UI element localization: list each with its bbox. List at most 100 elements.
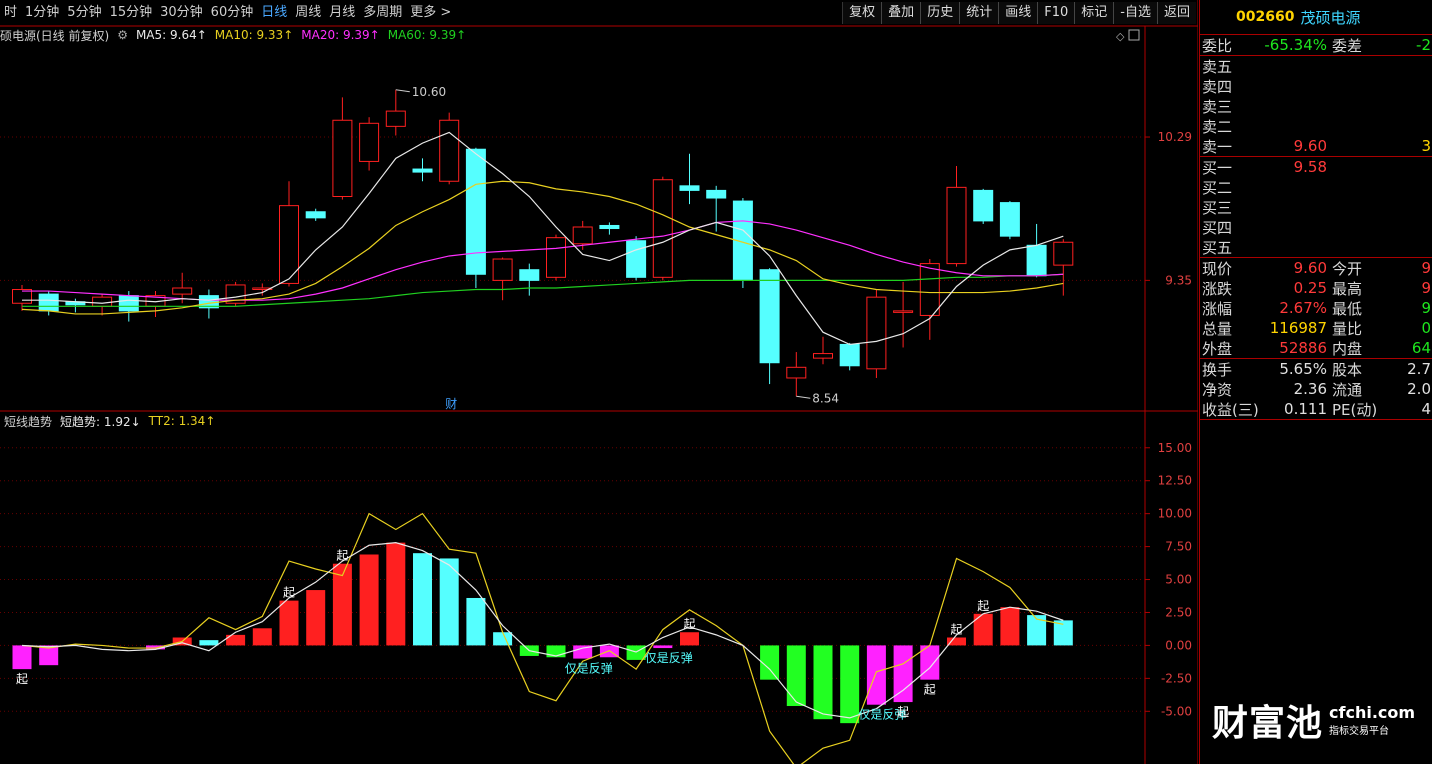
row-value: 5.65%	[1279, 360, 1327, 378]
row-label: 外盘	[1202, 339, 1233, 358]
row-label: 买三	[1202, 198, 1233, 217]
candle-body	[305, 211, 326, 219]
signal-label: 起	[897, 705, 909, 719]
candle-body	[92, 296, 113, 307]
row-label: 收益(三)	[1202, 400, 1259, 419]
candle-body	[1053, 241, 1074, 266]
row-label: 涨跌	[1202, 279, 1233, 298]
row-value2: 4	[1421, 400, 1431, 418]
indicator-tick-label: 15.00	[1158, 441, 1192, 455]
window-toggle-icon	[1128, 29, 1140, 41]
row-value: 2.67%	[1279, 299, 1327, 317]
stock-name[interactable]: 茂硕电源	[1300, 7, 1360, 28]
row-label: 换手	[1202, 360, 1233, 379]
panel-row: 卖三	[1200, 96, 1432, 116]
signal-label: 起	[336, 549, 348, 563]
candle-body	[118, 295, 139, 312]
low-pointer	[796, 395, 811, 399]
price-tick-label: 10.29	[1158, 130, 1192, 144]
row-value2: 0	[1421, 319, 1431, 337]
panel-row: 涨幅 2.67% 最低 9	[1200, 298, 1432, 318]
fundamental-stats: 换手 5.65% 股本 2.7 净资 2.36 流通 2.0 收益(三) 0.111 PE(动) 4	[1200, 359, 1432, 420]
indicator-name: 短线趋势	[4, 414, 53, 429]
panel-row: 买三	[1200, 197, 1432, 217]
indicator-bar	[813, 645, 833, 720]
panel-row: 卖四	[1200, 76, 1432, 96]
row-label: 买一	[1202, 158, 1233, 177]
candle-body	[1026, 244, 1047, 277]
indicator-tick-label: 0.00	[1165, 638, 1192, 652]
chart-area[interactable]: 10.29 9.35 ◇ 10.60 8.54 财 15.00 12.50 10.00 7.50 5…	[0, 0, 1198, 764]
candle-body	[893, 310, 914, 313]
settings-gear-icon[interactable]: ⚙	[117, 28, 128, 42]
indicator-bar	[413, 553, 432, 646]
row-value2: 2.0	[1407, 380, 1431, 398]
stock-header: 002660 茂硕电源	[1200, 0, 1432, 35]
panel-row: 买一 9.58	[1200, 157, 1432, 177]
indicator-bar	[199, 640, 219, 646]
row-value2: 9	[1421, 259, 1431, 277]
indicator-bar	[1000, 607, 1020, 646]
signal-label: 起	[924, 683, 936, 697]
row-label2: 内盘	[1332, 339, 1363, 358]
quote-stats: 现价 9.60 今开 9 涨跌 0.25 最高 9 涨幅 2.67% 最低 9 总量 116987 量比 0 外…	[1200, 258, 1432, 359]
indicator-bar	[786, 645, 806, 707]
indicator-tt2: TT2: 1.34↑	[148, 414, 216, 428]
candle-body	[919, 263, 940, 316]
row-value: 116987	[1269, 319, 1327, 337]
candle-body	[546, 237, 566, 278]
indicator-bar	[279, 600, 299, 646]
low-price-label: 8.54	[812, 391, 839, 405]
candle-body	[786, 366, 807, 379]
row-value: 9.58	[1293, 158, 1327, 176]
watermark-main: 财富池	[1212, 703, 1324, 744]
candle-body	[866, 296, 887, 370]
legend-title: 硕电源(日线 前复权)	[0, 28, 110, 43]
row-label: 涨幅	[1202, 299, 1233, 318]
row-value: 0.25	[1293, 279, 1327, 297]
candle-body	[973, 189, 994, 222]
row-label: 卖一	[1202, 137, 1233, 156]
row-label: 卖三	[1202, 97, 1233, 116]
indicator-bar	[252, 628, 272, 646]
row-label: 卖四	[1202, 77, 1233, 96]
indicator-tick-label: 2.50	[1165, 605, 1192, 619]
indicator-bar	[386, 542, 406, 646]
panel-row: 卖五	[1200, 56, 1432, 76]
panel-row: 买五	[1200, 237, 1432, 258]
row-label: 卖二	[1202, 117, 1233, 136]
sell-book: 卖五 卖四 卖三 卖二 卖一 9.60 3	[1200, 56, 1432, 157]
panel-row: 总量 116987 量比 0	[1200, 318, 1432, 338]
indicator-bar	[12, 645, 32, 670]
row-label: 卖五	[1202, 57, 1233, 76]
stock-code: 002660	[1236, 9, 1295, 25]
row-label: 买五	[1202, 238, 1233, 257]
candle-body	[759, 269, 780, 364]
weicha-value: -2	[1416, 36, 1431, 54]
row-value2: 9	[1421, 279, 1431, 297]
watermark-sub: 指标交易平台	[1329, 726, 1390, 737]
candle-body	[492, 258, 513, 281]
row-label: 买二	[1202, 178, 1233, 197]
panel-row: 外盘 52886 内盘 64	[1200, 338, 1432, 359]
row-value2: 64	[1411, 339, 1431, 357]
indicator-bar	[653, 645, 673, 649]
row-label2: 股本	[1332, 360, 1363, 379]
candle-body	[839, 343, 860, 367]
indicator-tick-label: 10.00	[1158, 507, 1192, 521]
row-value: 9.60	[1293, 137, 1327, 155]
signal-label: 起	[950, 623, 962, 637]
signal-label: 起	[283, 586, 295, 600]
weicha-label: 委差	[1332, 36, 1363, 55]
row-value2: 3	[1421, 137, 1431, 155]
panel-row: 现价 9.60 今开 9	[1200, 258, 1432, 278]
row-label2: 量比	[1332, 319, 1363, 338]
indicator-tick-label: 12.50	[1158, 474, 1192, 488]
candle-body	[172, 287, 193, 295]
indicator-tick-label: 7.50	[1165, 540, 1192, 554]
legend-ma10: MA10: 9.33↑	[214, 28, 294, 42]
indicator-bar	[493, 632, 513, 646]
panel-row: 卖二	[1200, 116, 1432, 136]
watermark-logo: 财富池 cfchi.com 指标交易平台	[1212, 694, 1415, 746]
row-label2: 最高	[1332, 279, 1363, 298]
